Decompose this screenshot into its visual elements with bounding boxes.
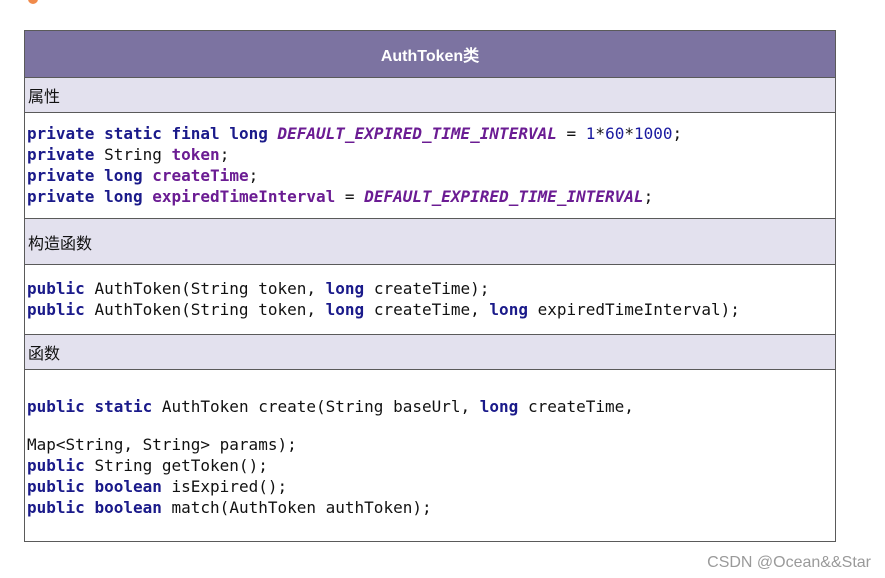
function-line: Map<String, String> params); bbox=[27, 435, 297, 454]
constructor-line: public AuthToken(String token, long crea… bbox=[27, 300, 740, 319]
attribute-line: private String token; bbox=[27, 145, 230, 164]
attribute-line: private long expiredTimeInterval = DEFAU… bbox=[27, 187, 654, 206]
function-line: public String getToken(); bbox=[27, 456, 268, 475]
functions-section-header: 函数 bbox=[25, 334, 835, 370]
watermark: CSDN @Ocean&&Star bbox=[707, 554, 871, 571]
attribute-line: private static final long DEFAULT_EXPIRE… bbox=[27, 124, 683, 143]
class-title: AuthToken类 bbox=[25, 31, 835, 78]
function-line: public static AuthToken create(String ba… bbox=[27, 397, 634, 416]
constructor-line: public AuthToken(String token, long crea… bbox=[27, 279, 490, 298]
attributes-section-header: 属性 bbox=[25, 78, 835, 113]
corner-dot bbox=[28, 0, 38, 4]
function-line: public boolean isExpired(); bbox=[27, 477, 288, 496]
constructors-body: public AuthToken(String token, long crea… bbox=[25, 278, 835, 320]
uml-class-diagram: AuthToken类 属性 private static final long … bbox=[24, 30, 836, 542]
attributes-body: private static final long DEFAULT_EXPIRE… bbox=[25, 123, 835, 207]
function-line: public boolean match(AuthToken authToken… bbox=[27, 498, 432, 517]
constructors-section-header: 构造函数 bbox=[25, 218, 835, 265]
functions-body: public static AuthToken create(String ba… bbox=[25, 396, 835, 518]
attribute-line: private long createTime; bbox=[27, 166, 259, 185]
